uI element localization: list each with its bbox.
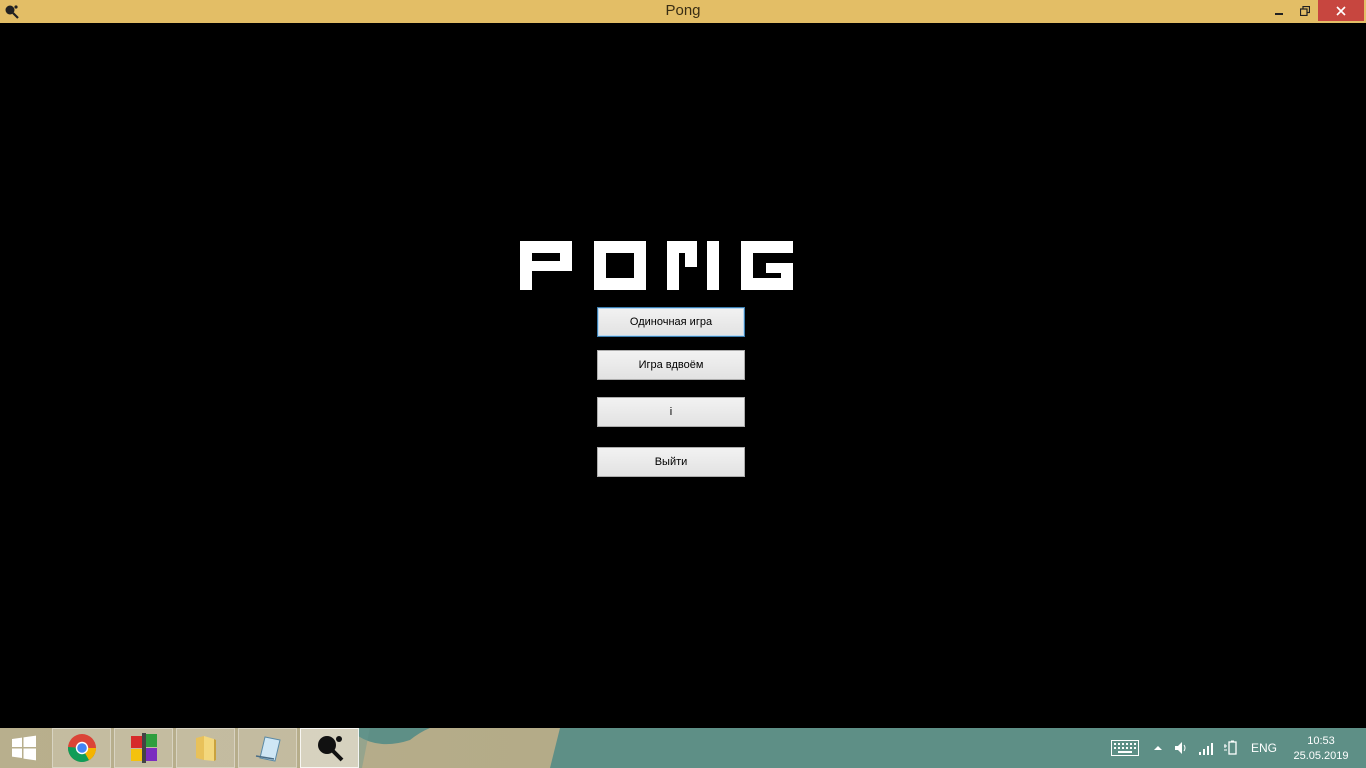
clock[interactable]: 10:53 25.05.2019 [1286, 734, 1356, 764]
input-language[interactable]: ENG [1251, 741, 1277, 755]
info-button[interactable]: i [597, 397, 745, 427]
notepad-icon [255, 736, 281, 762]
single-player-button[interactable]: Одиночная игра [597, 307, 745, 337]
minimize-icon [1275, 12, 1283, 15]
taskbar: ENG 10:53 25.05.2019 [0, 728, 1366, 768]
clock-time: 10:53 [1307, 735, 1335, 747]
two-players-button[interactable]: Игра вдвоём [597, 350, 745, 380]
taskbar-pong[interactable] [300, 728, 359, 768]
speaker-icon [1175, 742, 1186, 754]
minimize-button[interactable] [1266, 0, 1292, 21]
close-button[interactable] [1318, 0, 1364, 21]
battery-plug-icon [1224, 740, 1237, 755]
pong-logo [520, 241, 793, 290]
network-button[interactable] [1196, 728, 1216, 768]
window-title: Pong [665, 2, 701, 19]
restore-button[interactable] [1292, 0, 1318, 21]
chevron-up-icon [1154, 746, 1162, 750]
keyboard-icon [1111, 740, 1139, 756]
show-hidden-icons-button[interactable] [1150, 728, 1166, 768]
windows-logo-icon [12, 735, 36, 761]
clock-date: 25.05.2019 [1293, 750, 1349, 762]
start-button[interactable] [0, 728, 48, 768]
title-bar[interactable]: Pong [0, 0, 1366, 23]
taskbar-notepad[interactable] [238, 728, 297, 768]
folder-icon [195, 736, 216, 761]
power-button[interactable] [1220, 728, 1242, 768]
pong-app-icon [317, 736, 343, 762]
close-icon [1336, 5, 1346, 16]
taskbar-winrar[interactable] [114, 728, 173, 768]
taskbar-file-explorer[interactable] [176, 728, 235, 768]
touch-keyboard-button[interactable] [1108, 728, 1142, 768]
restore-icon [1300, 5, 1310, 16]
volume-button[interactable] [1172, 728, 1192, 768]
signal-bars-icon [1199, 743, 1213, 755]
taskbar-chrome[interactable] [52, 728, 111, 768]
exit-button[interactable]: Выйти [597, 447, 745, 477]
chrome-icon [67, 734, 96, 762]
winrar-icon [130, 733, 157, 763]
